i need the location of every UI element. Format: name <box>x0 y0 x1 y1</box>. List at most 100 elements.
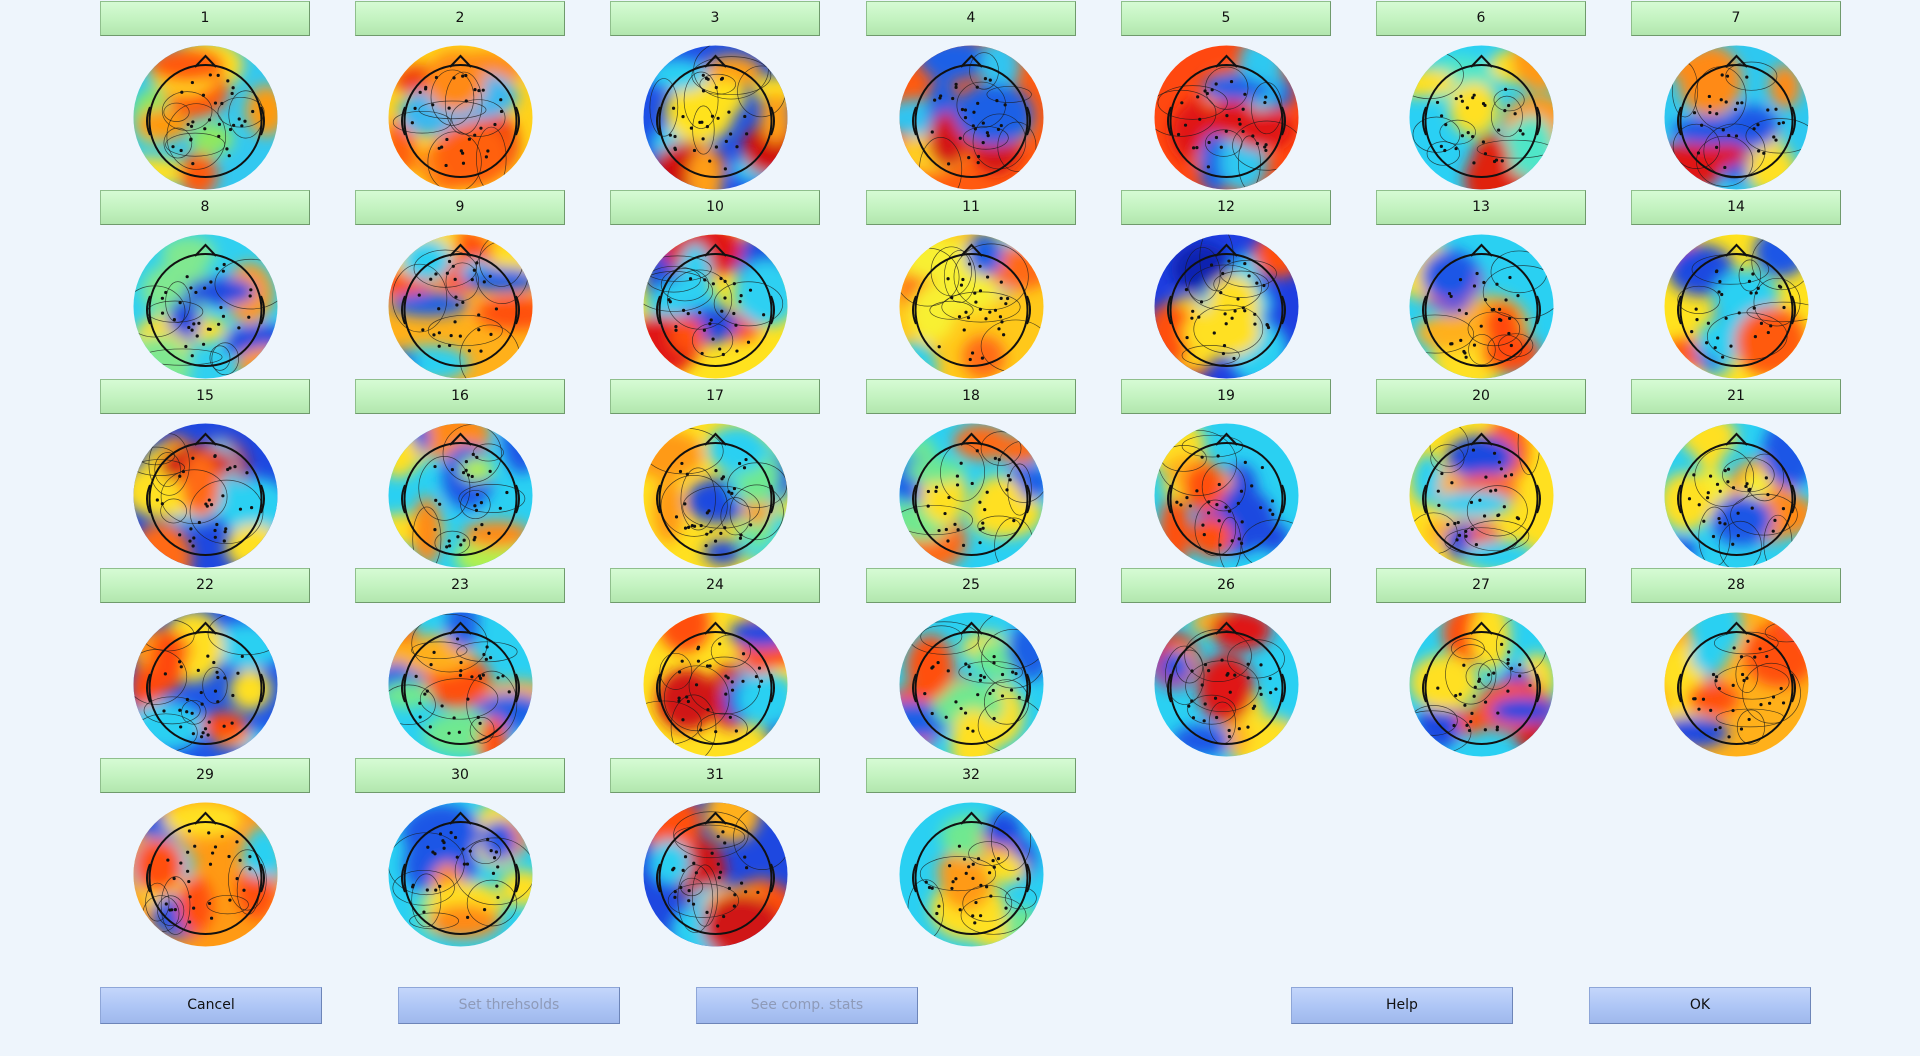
component-topoplot-14[interactable] <box>1664 234 1809 379</box>
component-topoplot-24[interactable] <box>643 612 788 757</box>
component-topoplot-6[interactable] <box>1409 45 1554 190</box>
topoplot-image <box>899 45 1044 190</box>
topoplot-image <box>388 234 533 379</box>
component-button-7[interactable]: 7 <box>1631 1 1841 36</box>
cancel-button[interactable]: Cancel <box>100 987 322 1024</box>
topoplot-image <box>1664 612 1809 757</box>
topoplot-image <box>388 802 533 947</box>
component-topoplot-18[interactable] <box>899 423 1044 568</box>
component-button-12[interactable]: 12 <box>1121 190 1331 225</box>
component-button-9[interactable]: 9 <box>355 190 565 225</box>
component-button-13[interactable]: 13 <box>1376 190 1586 225</box>
component-button-21[interactable]: 21 <box>1631 379 1841 414</box>
component-button-23[interactable]: 23 <box>355 568 565 603</box>
topoplot-image <box>1154 45 1299 190</box>
topoplot-image <box>1154 234 1299 379</box>
component-topoplot-17[interactable] <box>643 423 788 568</box>
component-topoplot-8[interactable] <box>133 234 278 379</box>
component-button-22[interactable]: 22 <box>100 568 310 603</box>
component-topoplot-16[interactable] <box>388 423 533 568</box>
component-button-14[interactable]: 14 <box>1631 190 1841 225</box>
component-button-32[interactable]: 32 <box>866 758 1076 793</box>
component-topoplot-2[interactable] <box>388 45 533 190</box>
component-topoplot-31[interactable] <box>643 802 788 947</box>
topoplot-image <box>643 234 788 379</box>
component-button-30[interactable]: 30 <box>355 758 565 793</box>
component-button-8[interactable]: 8 <box>100 190 310 225</box>
component-button-6[interactable]: 6 <box>1376 1 1586 36</box>
component-topoplot-13[interactable] <box>1409 234 1554 379</box>
component-button-16[interactable]: 16 <box>355 379 565 414</box>
component-topoplot-25[interactable] <box>899 612 1044 757</box>
topoplot-image <box>643 612 788 757</box>
component-button-20[interactable]: 20 <box>1376 379 1586 414</box>
component-topoplot-20[interactable] <box>1409 423 1554 568</box>
topoplot-image <box>1409 612 1554 757</box>
component-topoplot-1[interactable] <box>133 45 278 190</box>
component-topoplot-30[interactable] <box>388 802 533 947</box>
component-button-24[interactable]: 24 <box>610 568 820 603</box>
component-button-25[interactable]: 25 <box>866 568 1076 603</box>
component-button-27[interactable]: 27 <box>1376 568 1586 603</box>
topoplot-image <box>388 45 533 190</box>
component-button-1[interactable]: 1 <box>100 1 310 36</box>
topoplot-image <box>899 234 1044 379</box>
topoplot-image <box>899 802 1044 947</box>
component-topoplot-4[interactable] <box>899 45 1044 190</box>
component-topoplot-19[interactable] <box>1154 423 1299 568</box>
component-button-29[interactable]: 29 <box>100 758 310 793</box>
component-button-3[interactable]: 3 <box>610 1 820 36</box>
topoplot-image <box>1664 45 1809 190</box>
component-button-10[interactable]: 10 <box>610 190 820 225</box>
component-topoplot-32[interactable] <box>899 802 1044 947</box>
topoplot-image <box>899 612 1044 757</box>
component-button-15[interactable]: 15 <box>100 379 310 414</box>
topoplot-image <box>1409 45 1554 190</box>
topoplot-image <box>1664 423 1809 568</box>
component-button-2[interactable]: 2 <box>355 1 565 36</box>
topoplot-image <box>1154 423 1299 568</box>
topoplot-image <box>1664 234 1809 379</box>
topoplot-image <box>643 802 788 947</box>
topoplot-image <box>133 612 278 757</box>
component-button-4[interactable]: 4 <box>866 1 1076 36</box>
component-button-11[interactable]: 11 <box>866 190 1076 225</box>
help-button[interactable]: Help <box>1291 987 1513 1024</box>
topoplot-image <box>388 423 533 568</box>
component-topoplot-26[interactable] <box>1154 612 1299 757</box>
topoplot-image <box>643 45 788 190</box>
topoplot-image <box>388 612 533 757</box>
set-thresholds-button: Set threhsolds <box>398 987 620 1024</box>
component-topoplot-11[interactable] <box>899 234 1044 379</box>
topoplot-image <box>899 423 1044 568</box>
component-topoplot-15[interactable] <box>133 423 278 568</box>
component-topoplot-23[interactable] <box>388 612 533 757</box>
component-topoplot-7[interactable] <box>1664 45 1809 190</box>
component-topoplot-12[interactable] <box>1154 234 1299 379</box>
component-button-26[interactable]: 26 <box>1121 568 1331 603</box>
component-topoplot-9[interactable] <box>388 234 533 379</box>
component-button-5[interactable]: 5 <box>1121 1 1331 36</box>
topoplot-image <box>1409 234 1554 379</box>
topoplot-image <box>133 45 278 190</box>
component-topoplot-29[interactable] <box>133 802 278 947</box>
component-topoplot-5[interactable] <box>1154 45 1299 190</box>
topoplot-image <box>643 423 788 568</box>
topoplot-image <box>133 423 278 568</box>
topoplot-image <box>133 802 278 947</box>
component-button-31[interactable]: 31 <box>610 758 820 793</box>
ok-button[interactable]: OK <box>1589 987 1811 1024</box>
component-topoplot-22[interactable] <box>133 612 278 757</box>
component-button-18[interactable]: 18 <box>866 379 1076 414</box>
component-topoplot-27[interactable] <box>1409 612 1554 757</box>
component-topoplot-10[interactable] <box>643 234 788 379</box>
topoplot-image <box>1409 423 1554 568</box>
component-topoplot-21[interactable] <box>1664 423 1809 568</box>
component-topoplot-28[interactable] <box>1664 612 1809 757</box>
topoplot-image <box>133 234 278 379</box>
component-topoplot-3[interactable] <box>643 45 788 190</box>
component-button-28[interactable]: 28 <box>1631 568 1841 603</box>
see-comp-stats-button: See comp. stats <box>696 987 918 1024</box>
component-button-17[interactable]: 17 <box>610 379 820 414</box>
component-button-19[interactable]: 19 <box>1121 379 1331 414</box>
